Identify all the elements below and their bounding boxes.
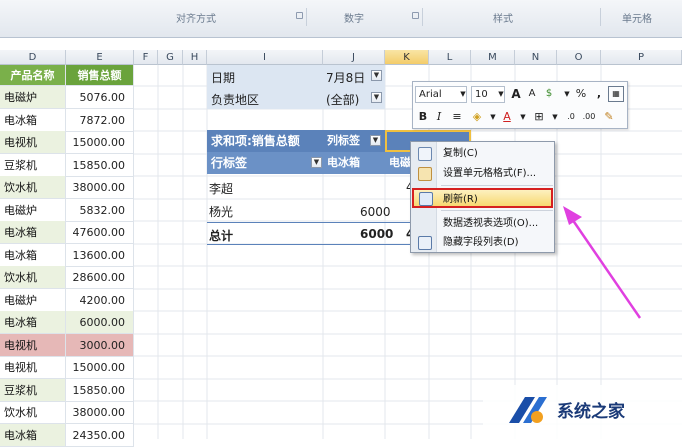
watermark-logo: 系统之家 <box>483 385 682 439</box>
watermark-text: 系统之家 <box>557 402 625 422</box>
logo-icon <box>509 397 547 423</box>
annotation-arrow <box>563 206 642 319</box>
